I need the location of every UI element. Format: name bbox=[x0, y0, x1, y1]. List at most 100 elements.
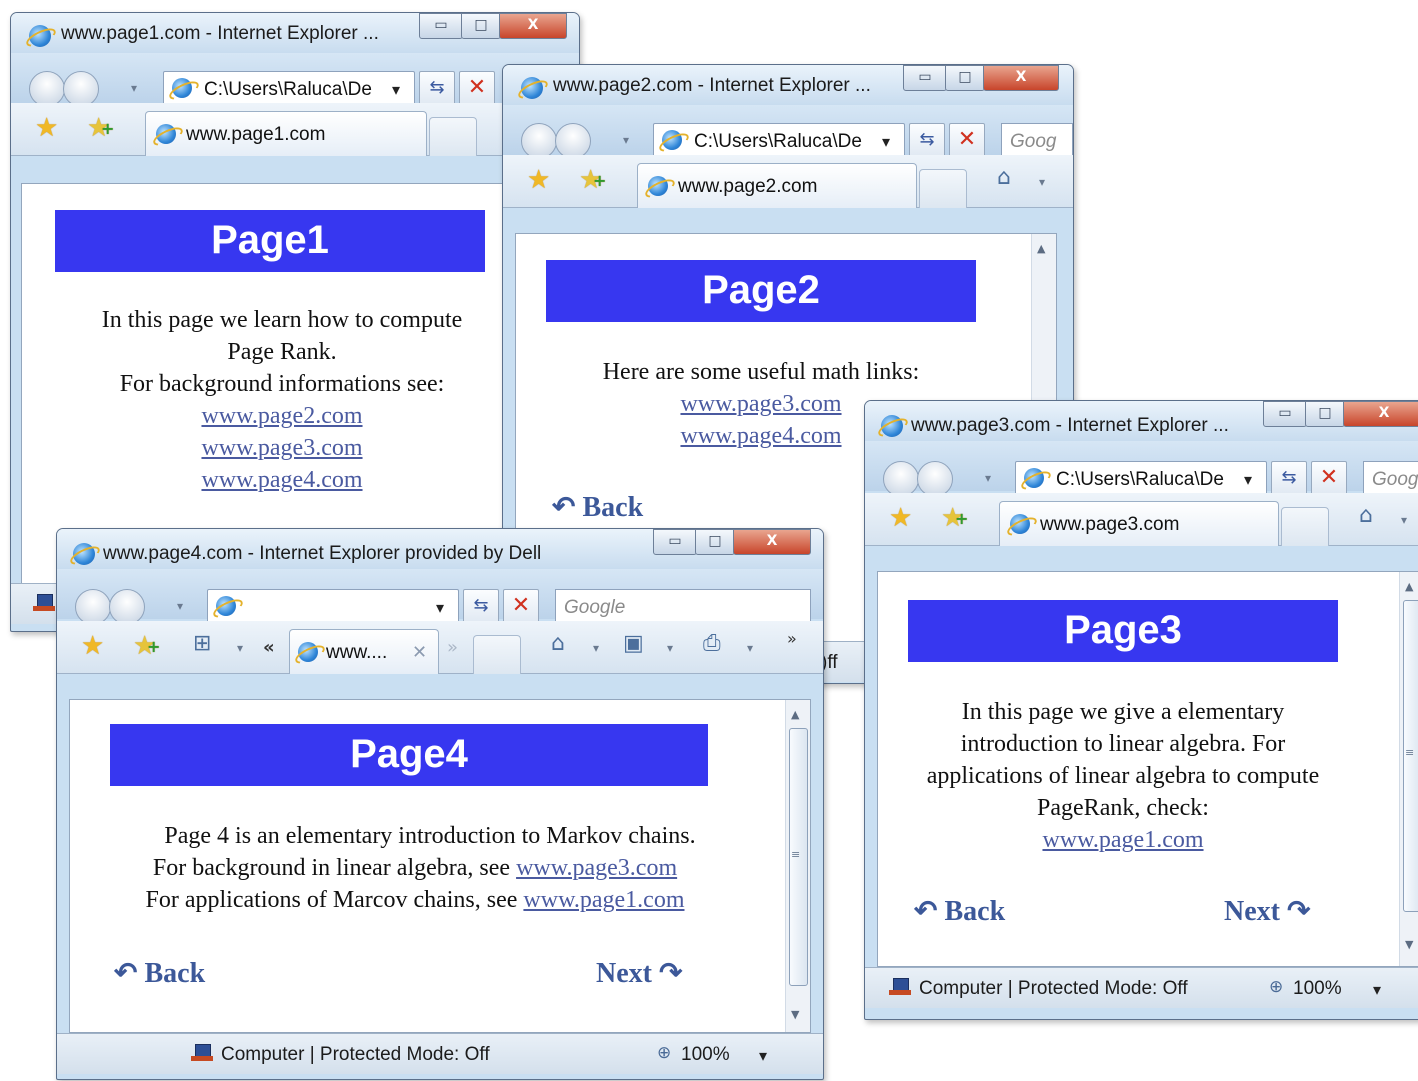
refresh-button[interactable]: ⇆ bbox=[419, 71, 455, 107]
title-bar[interactable]: www.page4.com - Internet Explorer provid… bbox=[57, 529, 823, 569]
maximize-button[interactable]: □ bbox=[461, 13, 501, 39]
close-button[interactable]: X bbox=[499, 13, 567, 39]
forward-button[interactable] bbox=[109, 589, 145, 625]
stop-button[interactable]: ✕ bbox=[459, 71, 495, 107]
maximize-button[interactable]: □ bbox=[695, 529, 735, 555]
title-bar[interactable]: www.page2.com - Internet Explorer ... ▭ … bbox=[503, 65, 1073, 105]
history-dropdown-icon[interactable]: ▾ bbox=[985, 471, 991, 485]
forward-button[interactable] bbox=[917, 461, 953, 497]
title-bar[interactable]: www.page3.com - Internet Explorer ... ▭ … bbox=[865, 401, 1418, 441]
new-tab-button[interactable] bbox=[1281, 507, 1329, 546]
zoom-level[interactable]: 100% bbox=[1293, 978, 1342, 1000]
history-dropdown-icon[interactable]: ▾ bbox=[177, 599, 183, 613]
search-box[interactable]: Goog bbox=[1001, 123, 1073, 159]
tab-page1[interactable]: www.page1.com bbox=[145, 111, 427, 156]
zoom-dropdown-icon[interactable]: ▾ bbox=[759, 1046, 767, 1065]
new-tab-button[interactable] bbox=[919, 169, 967, 208]
back-button[interactable] bbox=[29, 71, 65, 107]
home-icon[interactable]: ⌂ bbox=[1359, 503, 1373, 528]
stop-button[interactable]: ✕ bbox=[1311, 461, 1347, 497]
address-bar[interactable]: C:\Users\Raluca\De ▾ bbox=[653, 123, 905, 159]
search-box[interactable]: Goog bbox=[1363, 461, 1418, 497]
address-bar[interactable]: C:\Users\Raluca\De ▾ bbox=[1015, 461, 1267, 497]
refresh-button[interactable]: ⇆ bbox=[909, 123, 945, 159]
add-favorites-icon[interactable]: ★ bbox=[941, 503, 969, 533]
new-tab-button[interactable] bbox=[429, 117, 477, 156]
more-tools-icon[interactable]: » bbox=[787, 629, 797, 648]
vertical-scrollbar[interactable]: ▲ ≡ ▼ bbox=[1399, 572, 1418, 966]
scroll-down-icon[interactable]: ▼ bbox=[791, 1008, 799, 1021]
tab-page2[interactable]: www.page2.com bbox=[637, 163, 917, 208]
quick-tabs-icon[interactable]: ⊞ bbox=[193, 631, 211, 656]
add-favorites-icon[interactable]: ★ bbox=[579, 165, 607, 195]
zoom-level[interactable]: 100% bbox=[681, 1044, 730, 1066]
address-dropdown-icon[interactable]: ▾ bbox=[436, 598, 444, 617]
scroll-tabs-right-icon[interactable]: » bbox=[447, 637, 458, 658]
tab-close-icon[interactable]: ✕ bbox=[412, 642, 427, 663]
address-dropdown-icon[interactable]: ▾ bbox=[1244, 470, 1252, 489]
scroll-down-icon[interactable]: ▼ bbox=[1405, 938, 1413, 951]
home-icon[interactable]: ⌂ bbox=[997, 165, 1011, 190]
link-page2[interactable]: www.page2.com bbox=[201, 403, 362, 429]
address-bar[interactable]: ▾ bbox=[207, 589, 459, 625]
tab-page3[interactable]: www.page3.com bbox=[999, 501, 1279, 546]
link-page4[interactable]: www.page4.com bbox=[201, 467, 362, 493]
rss-dropdown-icon[interactable]: ▾ bbox=[667, 641, 673, 655]
stop-button[interactable]: ✕ bbox=[503, 589, 539, 625]
zoom-dropdown-icon[interactable]: ▾ bbox=[1373, 980, 1381, 999]
scroll-up-icon[interactable]: ▲ bbox=[791, 708, 799, 721]
back-button[interactable] bbox=[75, 589, 111, 625]
maximize-button[interactable]: □ bbox=[1305, 401, 1345, 427]
vertical-scrollbar[interactable]: ▲ ≡ ▼ bbox=[785, 700, 810, 1032]
title-bar[interactable]: www.page1.com - Internet Explorer ... ▭ … bbox=[11, 13, 579, 53]
link-page1[interactable]: www.page1.com bbox=[523, 887, 684, 913]
favorites-star-icon[interactable]: ★ bbox=[81, 631, 104, 661]
print-dropdown-icon[interactable]: ▾ bbox=[747, 641, 753, 655]
favorites-star-icon[interactable]: ★ bbox=[527, 165, 550, 195]
stop-button[interactable]: ✕ bbox=[949, 123, 985, 159]
close-button[interactable]: X bbox=[733, 529, 811, 555]
close-button[interactable]: X bbox=[983, 65, 1059, 91]
tab-list-dropdown-icon[interactable]: ▾ bbox=[237, 641, 243, 655]
minimize-button[interactable]: ▭ bbox=[903, 65, 947, 91]
minimize-button[interactable]: ▭ bbox=[419, 13, 463, 39]
zoom-icon[interactable]: ⊕ bbox=[657, 1043, 671, 1063]
scroll-up-icon[interactable]: ▲ bbox=[1037, 242, 1045, 255]
address-dropdown-icon[interactable]: ▾ bbox=[392, 80, 400, 99]
favorites-star-icon[interactable]: ★ bbox=[35, 113, 58, 143]
next-link[interactable]: Next ↷ bbox=[1224, 894, 1310, 928]
back-link[interactable]: ↶ Back bbox=[914, 894, 1005, 928]
tab-page4[interactable]: www.... ✕ bbox=[289, 629, 439, 674]
home-icon[interactable]: ⌂ bbox=[551, 631, 565, 656]
link-page3[interactable]: www.page3.com bbox=[201, 435, 362, 461]
favorites-star-icon[interactable]: ★ bbox=[889, 503, 912, 533]
refresh-button[interactable]: ⇆ bbox=[463, 589, 499, 625]
address-dropdown-icon[interactable]: ▾ bbox=[882, 132, 890, 151]
link-page1[interactable]: www.page1.com bbox=[1042, 827, 1203, 853]
scroll-tabs-left-icon[interactable]: « bbox=[263, 637, 275, 658]
history-dropdown-icon[interactable]: ▾ bbox=[623, 133, 629, 147]
home-dropdown-icon[interactable]: ▾ bbox=[1039, 175, 1045, 189]
add-favorites-icon[interactable]: ★ bbox=[133, 631, 161, 661]
minimize-button[interactable]: ▭ bbox=[1263, 401, 1307, 427]
zoom-icon[interactable]: ⊕ bbox=[1269, 977, 1283, 997]
home-dropdown-icon[interactable]: ▾ bbox=[1401, 513, 1407, 527]
close-button[interactable]: X bbox=[1343, 401, 1418, 427]
next-link[interactable]: Next ↷ bbox=[596, 956, 682, 990]
forward-button[interactable] bbox=[63, 71, 99, 107]
back-button[interactable] bbox=[883, 461, 919, 497]
forward-button[interactable] bbox=[555, 123, 591, 159]
print-icon[interactable]: ⎙ bbox=[703, 631, 721, 656]
maximize-button[interactable]: □ bbox=[945, 65, 985, 91]
add-favorites-icon[interactable]: ★ bbox=[87, 113, 115, 143]
history-dropdown-icon[interactable]: ▾ bbox=[131, 81, 137, 95]
refresh-button[interactable]: ⇆ bbox=[1271, 461, 1307, 497]
new-tab-button[interactable] bbox=[473, 635, 521, 674]
back-button[interactable] bbox=[521, 123, 557, 159]
search-box[interactable]: Google bbox=[555, 589, 811, 625]
scroll-up-icon[interactable]: ▲ bbox=[1405, 580, 1413, 593]
minimize-button[interactable]: ▭ bbox=[653, 529, 697, 555]
back-link[interactable]: ↶ Back bbox=[114, 956, 205, 990]
link-page4[interactable]: www.page4.com bbox=[680, 423, 841, 449]
home-dropdown-icon[interactable]: ▾ bbox=[593, 641, 599, 655]
